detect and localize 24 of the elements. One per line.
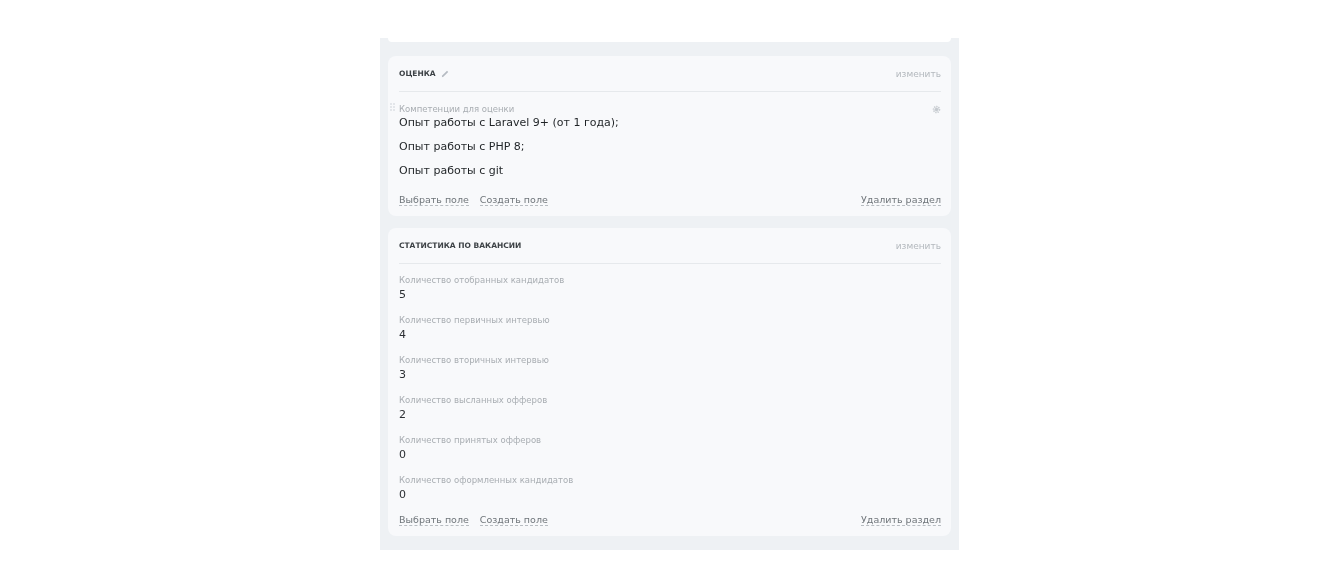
field-label: Компетенции для оценки <box>399 104 515 114</box>
field-label: Количество вторичных интервью <box>399 355 549 365</box>
field-label: Количество отобранных кандидатов <box>399 275 565 285</box>
field-label: Количество оформленных кандидатов <box>399 475 574 485</box>
field-value: 0 <box>399 448 406 461</box>
field-value: 2 <box>399 408 406 421</box>
field-value: 0 <box>399 488 406 501</box>
field-value: 3 <box>399 368 406 381</box>
field-link[interactable]: Выбрать поле <box>399 194 469 206</box>
competency-text: Опыт работы с git <box>399 164 505 177</box>
competency-text: Опыт работы с PHP 8; <box>399 140 526 153</box>
delete-section-link[interactable]: Удалить раздел <box>861 194 941 206</box>
settings-icon[interactable] <box>932 104 941 114</box>
field-label: Количество первичных интервью <box>399 315 550 325</box>
pencil-icon[interactable] <box>440 69 449 78</box>
field-link[interactable]: Создать поле <box>479 194 548 206</box>
field-value: 4 <box>399 328 406 341</box>
competency-text: Опыт работы с Laravel 9+ (от 1 года); <box>399 116 620 129</box>
delete-section-link[interactable]: Удалить раздел <box>861 514 941 526</box>
field-link[interactable]: Выбрать поле <box>399 514 469 526</box>
field-label: Количество высланных офферов <box>399 395 548 405</box>
field-label: Количество принятых офферов <box>399 435 542 445</box>
field-value: 5 <box>399 288 406 301</box>
field-link[interactable]: Создать поле <box>479 514 548 526</box>
